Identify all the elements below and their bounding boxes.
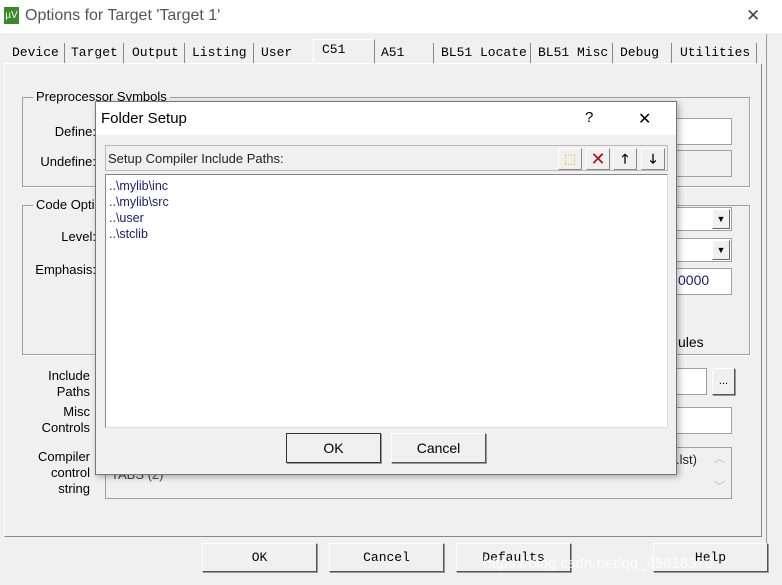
emphasis-label: Emphasis: <box>35 262 96 277</box>
level-label: Level: <box>61 229 96 244</box>
new-folder-icon[interactable]: ⬚ <box>558 148 582 170</box>
window-close-button[interactable]: ✕ <box>746 6 760 26</box>
undefine-label: Undefine: <box>40 154 96 169</box>
scroll-down-icon[interactable]: ﹀ <box>714 478 725 494</box>
include-paths-label: Include Paths <box>48 368 90 399</box>
cancel-button[interactable]: Cancel <box>329 543 444 572</box>
tab-device[interactable]: Device <box>8 43 65 63</box>
dialog-title-bar: Folder Setup ? ✕ <box>96 102 676 135</box>
right-edge-divider <box>766 34 767 544</box>
tab-target[interactable]: Target <box>67 43 124 63</box>
chevron-down-icon[interactable]: ▼ <box>712 209 730 229</box>
misc-controls-label: Misc Controls <box>41 404 90 435</box>
tab-utilities[interactable]: Utilities <box>676 43 757 63</box>
window-title: Options for Target 'Target 1' <box>25 7 221 24</box>
tab-bl51-locate[interactable]: BL51 Locate <box>437 43 531 63</box>
tab-listing[interactable]: Listing <box>188 43 254 63</box>
watermark: https://blog.csdn.net/qq_45618376 <box>483 555 714 572</box>
tab-user[interactable]: User <box>257 43 313 63</box>
dialog-cancel-button[interactable]: Cancel <box>391 433 486 463</box>
app-icon: µV <box>4 7 19 24</box>
include-paths-list[interactable]: ..\mylib\inc ..\mylib\src ..\user ..\stc… <box>105 174 668 428</box>
chevron-down-icon[interactable]: ▼ <box>712 240 730 260</box>
dialog-ok-button[interactable]: OK <box>286 433 381 463</box>
delete-icon[interactable]: ✕ <box>586 148 610 170</box>
tab-bl51-misc[interactable]: BL51 Misc <box>534 43 613 63</box>
move-down-icon[interactable]: 🡓 <box>641 148 665 170</box>
tab-c51[interactable]: C51 <box>313 39 375 64</box>
compiler-control-label: Compiler control string <box>37 449 90 496</box>
include-paths-header: Setup Compiler Include Paths: ⬚ ✕ 🡑 🡓 <box>105 145 668 171</box>
tab-debug[interactable]: Debug <box>616 43 672 63</box>
dialog-title: Folder Setup <box>101 110 187 127</box>
include-paths-header-label: Setup Compiler Include Paths: <box>108 151 284 166</box>
dialog-help-button[interactable]: ? <box>585 109 593 126</box>
scroll-up-icon[interactable]: ︿ <box>714 450 725 466</box>
tab-output[interactable]: Output <box>128 43 185 63</box>
list-item[interactable]: ..\user <box>109 210 667 226</box>
tab-a51[interactable]: A51 <box>377 43 434 63</box>
checkbox-label-tail: ules <box>678 334 704 350</box>
dialog-close-button[interactable]: ✕ <box>638 109 651 129</box>
folder-setup-dialog: Folder Setup ? ✕ Setup Compiler Include … <box>95 101 677 475</box>
list-item[interactable]: ..\mylib\src <box>109 194 667 210</box>
title-bar: µV Options for Target 'Target 1' ✕ <box>0 0 782 33</box>
list-item[interactable]: ..\stclib <box>109 226 667 242</box>
browse-include-paths-button[interactable]: ... <box>712 368 735 395</box>
move-up-icon[interactable]: 🡑 <box>613 148 637 170</box>
ok-button[interactable]: OK <box>202 543 317 572</box>
list-item[interactable]: ..\mylib\inc <box>109 178 667 194</box>
define-label: Define: <box>54 124 96 139</box>
